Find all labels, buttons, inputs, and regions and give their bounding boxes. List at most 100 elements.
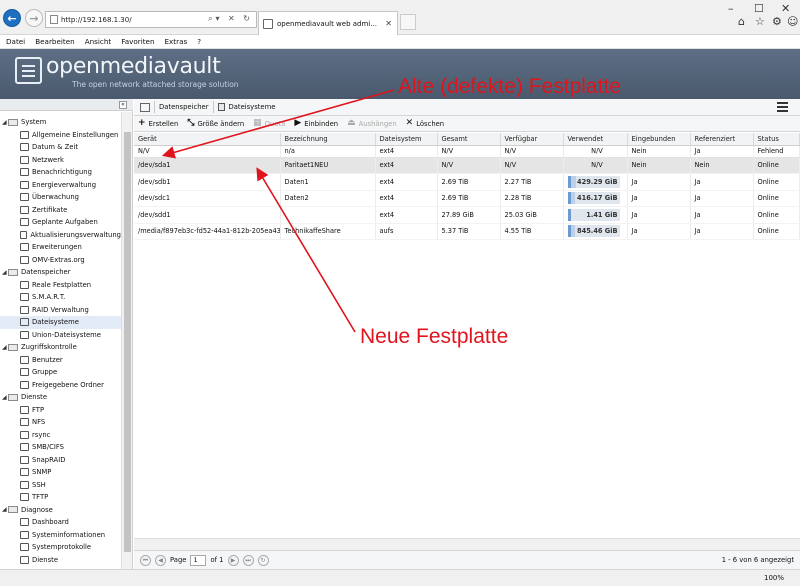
settings-gear-icon[interactable]: ⚙ [772,15,782,28]
table-row[interactable]: /dev/sdc1 Daten2 ext4 2.69 TiB 2.28 TiB 416.1… [134,190,800,207]
sidebar-item[interactable]: OMV-Extras.org [0,254,121,267]
sidebar-item[interactable]: Freigegebene Ordner [0,379,121,392]
sidebar-item[interactable]: Überwachung [0,191,121,204]
menu-bearbeiten[interactable]: Bearbeiten [35,37,75,46]
table-row[interactable]: N/V n/a ext4 N/V N/V N/V Nein Ja Fehlend [134,145,800,158]
menu-help[interactable]: ? [197,37,201,46]
menu-extras[interactable]: Extras [165,37,188,46]
sidebar-item[interactable]: Dienste [0,554,121,567]
cell-ref: Ja [690,206,754,224]
sidebar-item[interactable]: Geplante Aufgaben [0,216,121,229]
sidebar-item[interactable]: rsync [0,429,121,442]
address-bar[interactable]: http://192.168.1.30/ ⌕▾ ✕ ↻ [45,11,257,28]
prev-page-button[interactable]: ◀ [155,554,166,566]
sidebar-item[interactable]: Aktualisierungsverwaltung [0,229,121,242]
maximize-icon[interactable]: ☐ [754,2,764,15]
column-header[interactable]: Status [753,133,800,146]
collapse-sidebar-button[interactable]: « [119,101,127,109]
menu-ansicht[interactable]: Ansicht [85,37,112,46]
sidebar-item[interactable]: Zertifikate [0,204,121,217]
column-header[interactable]: Bezeichnung [280,133,376,146]
menu-datei[interactable]: Datei [6,37,25,46]
home-icon[interactable]: ⌂ [738,15,745,28]
column-header[interactable]: Gerät [134,133,281,146]
horizontal-scrollbar[interactable] [134,538,800,550]
back-button[interactable]: ← [3,9,21,27]
sidebar-item[interactable]: Systeminformationen [0,529,121,542]
sidebar-group-zugriffskontrolle[interactable]: ◢ Zugriffskontrolle [0,341,121,354]
sidebar-item[interactable]: Netzwerk [0,154,121,167]
breadcrumb-dateisysteme[interactable]: Dateisysteme [229,103,276,111]
menu-favoriten[interactable]: Favoriten [121,37,154,46]
forward-button[interactable]: → [25,9,43,27]
used-value: 429.29 GiB [577,177,618,186]
column-header[interactable]: Eingebunden [627,133,691,146]
item-icon [20,293,29,302]
sidebar-item[interactable]: SNMP [0,466,121,479]
sidebar-item[interactable]: Systemprotokolle [0,541,121,554]
page-input[interactable]: 1 [190,554,207,566]
first-page-button[interactable]: ⏮ [140,554,151,566]
close-icon[interactable]: ✕ [781,2,790,15]
column-header[interactable]: Dateisystem [375,133,438,146]
sidebar-item[interactable]: Reale Festplatten [0,279,121,292]
sidebar-group-system[interactable]: ◢ System [0,116,121,129]
sidebar-item[interactable]: Dashboard [0,516,121,529]
sidebar-item[interactable]: SSH [0,479,121,492]
home-icon[interactable] [140,102,150,112]
hamburger-menu-icon[interactable] [777,102,788,112]
next-page-button[interactable]: ▶ [227,554,239,566]
minimize-icon[interactable]: – [728,2,734,15]
mount-button[interactable]: ▶ Einbinden [294,119,338,128]
sidebar-group-dienste[interactable]: ◢ Dienste [0,391,121,404]
sidebar-scrollbar[interactable] [121,112,132,569]
sidebar-item-label: Dienste [32,555,58,564]
column-header[interactable]: Referenziert [690,133,754,146]
sidebar-item[interactable]: Energieverwaltung [0,179,121,192]
favorites-star-icon[interactable]: ☆ [755,15,765,28]
sidebar-item[interactable]: FTP [0,404,121,417]
delete-button[interactable]: ✕ Löschen [406,119,444,128]
sidebar-item[interactable]: RAID Verwaltung [0,304,121,317]
column-header[interactable]: Gesamt [437,133,501,146]
breadcrumb-datenspeicher[interactable]: Datenspeicher [159,103,209,111]
smiley-icon[interactable]: ☺ [787,15,798,28]
sidebar-group-diagnose[interactable]: ◢ Diagnose [0,504,121,517]
unmount-button[interactable]: ⏏ Aushängen [347,119,397,128]
item-icon [20,493,29,502]
sidebar-item[interactable]: NFS [0,416,121,429]
quota-button[interactable]: ▦ Quota [253,119,285,128]
table-row[interactable]: /dev/sdd1 ext4 27.89 GiB 25.03 GiB 1.41 GiB J… [134,206,800,224]
new-tab-button[interactable] [400,14,416,30]
cell-mounted: Ja [627,173,691,191]
sidebar-group-datenspeicher[interactable]: ◢ Datenspeicher [0,266,121,279]
sidebar-item[interactable]: Benutzer [0,354,121,367]
column-header[interactable]: Verwendet [563,133,628,146]
browser-tab[interactable]: openmediavault web admi... ✕ [258,11,398,35]
sidebar-item[interactable]: Allgemeine Einstellungen [0,129,121,142]
sidebar-item[interactable]: Dateisysteme [0,316,121,329]
sidebar-scroll-thumb[interactable] [124,132,131,552]
table-row[interactable]: /dev/sdb1 Daten1 ext4 2.69 TiB 2.27 TiB 429.2… [134,173,800,191]
sidebar-item[interactable]: SnapRAID [0,454,121,467]
table-row[interactable]: /media/f897eb3c-fd52-44a1-812b-205ea43..… [134,223,800,240]
sidebar-item[interactable]: Erweiterungen [0,241,121,254]
sidebar-item[interactable]: SMB/CIFS [0,441,121,454]
cell-mounted: Nein [627,145,691,158]
tab-close-icon[interactable]: ✕ [385,19,392,28]
resize-button[interactable]: ⤡ Größe ändern [187,119,244,128]
search-refresh-icons[interactable]: ⌕▾ ✕ ↻ [208,14,253,24]
sidebar-item[interactable]: Datum & Zeit [0,141,121,154]
sidebar-item[interactable]: Gruppe [0,366,121,379]
sidebar-item[interactable]: S.M.A.R.T. [0,291,121,304]
zoom-level[interactable]: 100% [764,574,784,582]
sidebar-item[interactable]: TFTP [0,491,121,504]
sidebar-item[interactable]: Union-Dateisysteme [0,329,121,342]
column-header[interactable]: Verfügbar [500,133,564,146]
sidebar-item[interactable]: Benachrichtigung [0,166,121,179]
last-page-button[interactable]: ⏭ [242,554,254,566]
refresh-icon[interactable]: ↻ [257,554,269,566]
sidebar-group-label: Datenspeicher [21,268,71,277]
table-row[interactable]: /dev/sda1 Paritaet1NEU ext4 N/V N/V N/V Nein Ne… [134,157,800,174]
create-button[interactable]: + Erstellen [138,119,178,128]
